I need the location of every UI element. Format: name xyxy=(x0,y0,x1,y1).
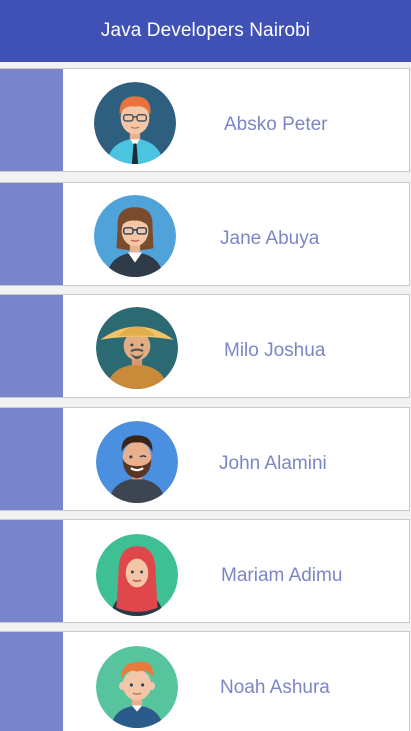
developer-list-item[interactable]: Absko Peter xyxy=(0,68,410,172)
bearded-man-avatar-icon xyxy=(96,421,178,503)
ginger-boy-avatar-icon xyxy=(96,646,178,728)
developer-list-item[interactable]: John Alamini xyxy=(0,407,410,511)
list-item-accent-strip xyxy=(0,295,63,397)
developer-list-item[interactable]: Noah Ashura xyxy=(0,631,410,731)
woman-hijab-avatar-icon xyxy=(96,534,178,616)
developer-name: Absko Peter xyxy=(224,114,328,135)
red-haired-man-glasses-avatar-icon xyxy=(94,82,176,164)
list-item-accent-strip xyxy=(0,632,63,731)
app-screen: Java Developers Nairobi Absko Peter Jane… xyxy=(0,0,411,731)
developer-name: Mariam Adimu xyxy=(221,565,343,586)
app-bar: Java Developers Nairobi xyxy=(0,0,411,62)
developer-list-item[interactable]: Milo Joshua xyxy=(0,294,410,398)
list-item-accent-strip xyxy=(0,69,63,171)
man-straw-hat-avatar-icon xyxy=(96,307,178,389)
developer-name: Noah Ashura xyxy=(220,677,330,698)
developer-name: Jane Abuya xyxy=(220,228,320,249)
list-item-accent-strip xyxy=(0,183,63,285)
list-item-accent-strip xyxy=(0,408,63,510)
developer-name: Milo Joshua xyxy=(224,340,326,361)
developer-list-item[interactable]: Mariam Adimu xyxy=(0,519,410,623)
developer-list-item[interactable]: Jane Abuya xyxy=(0,182,410,286)
woman-glasses-avatar-icon xyxy=(94,195,176,277)
list-item-accent-strip xyxy=(0,520,63,622)
app-bar-title: Java Developers Nairobi xyxy=(100,20,311,41)
developer-name: John Alamini xyxy=(219,453,327,474)
